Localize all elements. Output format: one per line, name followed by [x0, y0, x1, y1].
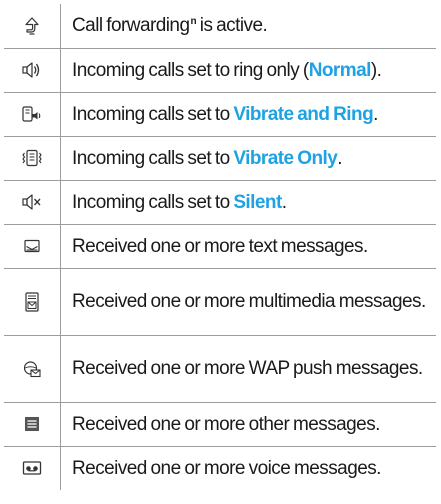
table-row: Incoming calls set to Silent. [4, 179, 436, 225]
table-row: Received one or more multimedia messages… [4, 267, 436, 336]
table-row: Incoming calls set to Vibrate Only. [4, 135, 436, 181]
icon-cell [4, 267, 61, 336]
mode-label-vibrate-and-ring: Vibrate and Ring [233, 103, 374, 125]
icon-cell [4, 334, 61, 403]
row-text: . [337, 147, 343, 169]
row-description: Call forwardingn is active. [60, 4, 436, 49]
row-description: Received one or more other messages. [60, 401, 436, 447]
icon-cell [4, 4, 61, 49]
call-forwarding-icon [25, 17, 39, 35]
row-text: Incoming calls set to [72, 103, 234, 125]
wap-push-message-icon [23, 360, 41, 377]
row-text: Incoming calls set to ring only ( [72, 59, 309, 81]
icon-cell [4, 91, 61, 137]
voice-message-icon [22, 461, 42, 475]
table-row: Call forwardingn is active. [4, 4, 436, 49]
row-text: ). [370, 59, 382, 81]
icon-cell [4, 47, 61, 93]
ring-only-icon [22, 62, 40, 78]
text-message-icon [24, 239, 40, 253]
row-description: Incoming calls set to Vibrate Only. [60, 135, 436, 181]
row-description: Incoming calls set to Silent. [60, 179, 436, 225]
icon-cell [4, 223, 61, 269]
row-description: Incoming calls set to ring only (Normal)… [60, 47, 436, 93]
silent-icon [22, 194, 41, 210]
mode-label-vibrate-only: Vibrate Only [233, 147, 338, 169]
icon-cell [4, 135, 61, 181]
multimedia-message-icon [25, 291, 39, 312]
row-text: Incoming calls set to [72, 147, 234, 169]
icon-cell [4, 445, 61, 490]
table-row: Received one or more other messages. [4, 401, 436, 447]
vibrate-and-ring-icon [22, 106, 41, 122]
row-text: Call forwarding [72, 15, 190, 37]
row-text: is active. [196, 15, 268, 37]
mode-label-silent: Silent [233, 191, 282, 213]
row-text: Incoming calls set to [72, 191, 234, 213]
icon-cell [4, 401, 61, 447]
vibrate-only-icon [22, 149, 42, 167]
row-description: Incoming calls set to Vibrate and Ring. [60, 91, 436, 137]
table-row: Incoming calls set to Vibrate and Ring. [4, 91, 436, 137]
mode-label-normal: Normal [308, 59, 372, 81]
icon-cell [4, 179, 61, 225]
row-description: Received one or more WAP push messages. [60, 334, 436, 403]
status-icon-table: Call forwardingn is active. Incoming cal… [4, 4, 436, 490]
row-text: . [281, 191, 287, 213]
table-row: Incoming calls set to ring only (Normal)… [4, 47, 436, 93]
other-message-icon [25, 417, 39, 431]
row-text: . [373, 103, 378, 125]
row-description: Received one or more text messages. [60, 223, 436, 269]
table-row: Received one or more voice messages. [4, 445, 436, 490]
row-description: Received one or more multimedia messages… [60, 267, 436, 336]
table-row: Received one or more text messages. [4, 223, 436, 269]
table-row: Received one or more WAP push messages. [4, 334, 436, 403]
row-description: Received one or more voice messages. [60, 445, 436, 490]
